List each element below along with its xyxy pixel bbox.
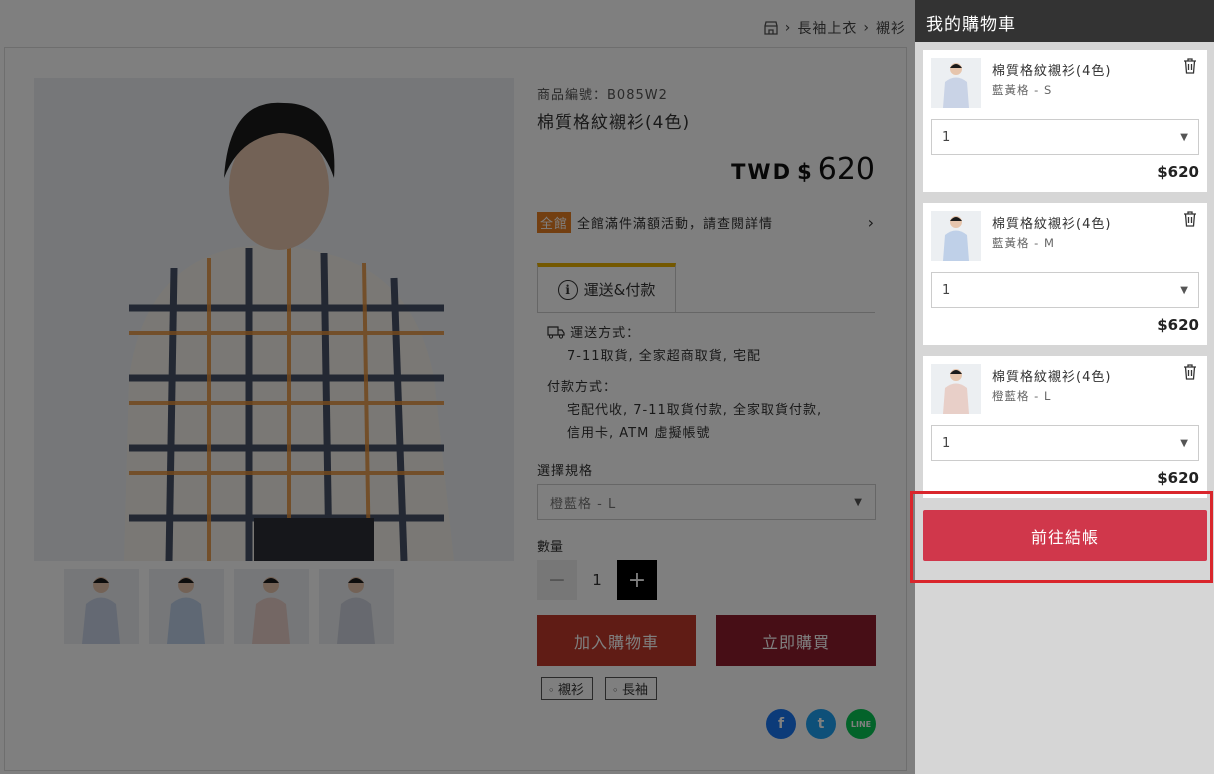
cart-item-price: $620 [1157, 469, 1199, 487]
checkout-button[interactable]: 前往結帳 [923, 510, 1207, 561]
cart-item: 棉質格紋襯衫(4色) 藍黃格 - M 1 ▼ $620 [923, 203, 1207, 345]
cart-item-variant: 藍黃格 - S [992, 83, 1053, 97]
cart-item-price: $620 [1157, 163, 1199, 181]
cart-item-qty-select[interactable]: 1 ▼ [931, 425, 1199, 461]
cart-item-variant: 藍黃格 - M [992, 236, 1055, 250]
cart-item-name: 棉質格紋襯衫(4色) [992, 370, 1112, 385]
cart-item-qty-select[interactable]: 1 ▼ [931, 119, 1199, 155]
trash-icon[interactable] [1183, 364, 1197, 380]
cart-item-image [931, 364, 981, 414]
cart-item-name: 棉質格紋襯衫(4色) [992, 217, 1112, 232]
trash-icon[interactable] [1183, 211, 1197, 227]
cart-drawer: 我的購物車 棉質格紋襯衫(4色) 藍黃格 - S 1 ▼ $620 棉質格紋襯衫(… [915, 0, 1214, 774]
cart-title: 我的購物車 [915, 0, 1214, 42]
cart-item-image [931, 58, 981, 108]
cart-item-variant: 橙藍格 - L [992, 389, 1052, 403]
cart-item: 棉質格紋襯衫(4色) 藍黃格 - S 1 ▼ $620 [923, 50, 1207, 192]
caret-down-icon: ▼ [1180, 284, 1188, 296]
cart-item-price: $620 [1157, 316, 1199, 334]
page-dim-overlay[interactable] [0, 0, 915, 774]
caret-down-icon: ▼ [1180, 437, 1188, 449]
cart-item-qty-select[interactable]: 1 ▼ [931, 272, 1199, 308]
caret-down-icon: ▼ [1180, 131, 1188, 143]
cart-body: 棉質格紋襯衫(4色) 藍黃格 - S 1 ▼ $620 棉質格紋襯衫(4色) 藍黃… [915, 42, 1214, 774]
trash-icon[interactable] [1183, 58, 1197, 74]
cart-item-image [931, 211, 981, 261]
cart-item: 棉質格紋襯衫(4色) 橙藍格 - L 1 ▼ $620 [923, 356, 1207, 498]
cart-item-name: 棉質格紋襯衫(4色) [992, 64, 1112, 79]
